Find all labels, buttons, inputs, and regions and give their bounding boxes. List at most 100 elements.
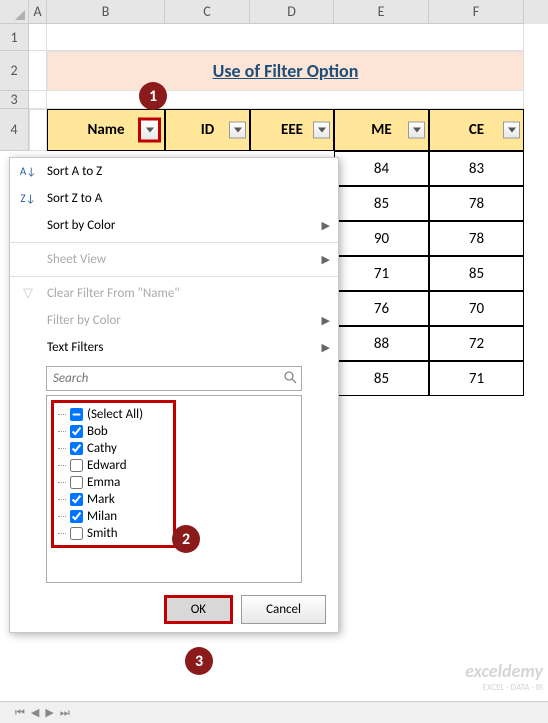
filter-dropdown: A↓ Sort A to Z Z↓ Sort Z to A Sort by Co…	[9, 157, 339, 633]
cell[interactable]	[29, 24, 47, 51]
col-header-e[interactable]: E	[334, 0, 429, 24]
menu-label: Sort A to Z	[47, 164, 102, 179]
filter-button-name[interactable]	[138, 118, 161, 143]
ok-button[interactable]: OK	[164, 595, 233, 624]
data-cell-ce[interactable]: 85	[429, 256, 524, 291]
filter-checklist: (Select All)BobCathy Edward EmmaMarkMilan S…	[51, 400, 176, 548]
check-item[interactable]: Cathy	[58, 440, 169, 457]
data-cell-ce[interactable]: 70	[429, 291, 524, 326]
sort-az[interactable]: A↓ Sort A to Z	[10, 158, 338, 185]
col-header-c[interactable]: C	[165, 0, 250, 24]
row-header-2[interactable]: 2	[0, 51, 29, 91]
filter-search	[46, 366, 302, 391]
clear-filter: ▽ Clear Filter From "Name"	[10, 280, 338, 307]
checkbox[interactable]	[70, 527, 83, 540]
watermark-brand: exceldemy	[465, 660, 543, 682]
data-cell-me[interactable]: 84	[334, 151, 429, 186]
menu-label: Sort Z to A	[47, 191, 102, 206]
check-label: Emma	[87, 475, 120, 490]
chevron-right-icon: ▶	[322, 314, 330, 327]
checkbox[interactable]	[70, 510, 83, 523]
tab-nav-first[interactable]: ⏮	[15, 706, 25, 720]
check-label: Smith	[87, 526, 118, 541]
header-label: CE	[469, 121, 484, 139]
search-input[interactable]	[46, 366, 302, 391]
header-id[interactable]: ID	[165, 109, 250, 151]
check-item[interactable]: Emma	[58, 474, 169, 491]
filter-by-color: Filter by Color ▶	[10, 307, 338, 334]
row-header-3[interactable]: 3	[0, 91, 29, 109]
data-cell-me[interactable]: 85	[334, 361, 429, 396]
sort-az-icon: A↓	[18, 165, 38, 178]
checkbox[interactable]	[70, 408, 83, 421]
checkbox[interactable]	[70, 442, 83, 455]
title-cell[interactable]: Use of Filter Option	[47, 51, 524, 91]
callout-2: 2	[172, 525, 200, 553]
sort-za[interactable]: Z↓ Sort Z to A	[10, 185, 338, 212]
header-ce[interactable]: CE	[429, 109, 524, 151]
data-cell-me[interactable]: 90	[334, 221, 429, 256]
chevron-right-icon: ▶	[322, 341, 330, 354]
check-item[interactable]: Smith	[58, 525, 169, 542]
data-cell-me[interactable]: 88	[334, 326, 429, 361]
button-row: OK Cancel	[10, 587, 338, 632]
header-me[interactable]: ME	[334, 109, 429, 151]
col-header-a[interactable]: A	[29, 0, 47, 24]
tab-nav-next[interactable]: ▶	[45, 706, 53, 719]
data-cell-ce[interactable]: 71	[429, 361, 524, 396]
check-label: Cathy	[87, 441, 117, 456]
col-header-f[interactable]: F	[429, 0, 524, 24]
select-all-corner[interactable]	[0, 0, 29, 24]
check-item[interactable]: Bob	[58, 423, 169, 440]
filter-button-id[interactable]	[229, 122, 246, 139]
check-item[interactable]: Milan	[58, 508, 169, 525]
col-header-d[interactable]: D	[250, 0, 334, 24]
check-label: Milan	[87, 509, 117, 524]
checkbox[interactable]	[70, 493, 83, 506]
cancel-button[interactable]: Cancel	[241, 595, 326, 624]
checkbox[interactable]	[70, 476, 83, 489]
data-cell-ce[interactable]: 72	[429, 326, 524, 361]
header-name[interactable]: Name	[47, 109, 165, 151]
cell[interactable]	[29, 109, 47, 151]
header-eee[interactable]: EEE	[250, 109, 334, 151]
sheet-view: Sheet View ▶	[10, 246, 338, 273]
separator	[10, 276, 338, 277]
check-item[interactable]: Edward	[58, 457, 169, 474]
data-cell-me[interactable]: 71	[334, 256, 429, 291]
cell[interactable]	[47, 24, 524, 51]
checkbox[interactable]	[70, 459, 83, 472]
data-cell-ce[interactable]: 83	[429, 151, 524, 186]
funnel-clear-icon: ▽	[18, 286, 38, 301]
check-label: Edward	[87, 458, 127, 473]
sheet-tab-bar: ⏮ ◀ ▶ ⏭	[0, 701, 548, 723]
checklist-container: (Select All)BobCathy Edward EmmaMarkMilan S…	[46, 395, 302, 583]
data-cell-me[interactable]: 85	[334, 186, 429, 221]
watermark-tag: EXCEL · DATA · BI	[465, 682, 543, 693]
menu-label: Clear Filter From "Name"	[47, 286, 180, 301]
col-header-b[interactable]: B	[47, 0, 165, 24]
sort-by-color[interactable]: Sort by Color ▶	[10, 212, 338, 239]
filter-button-eee[interactable]	[313, 122, 330, 139]
data-cell-me[interactable]: 76	[334, 291, 429, 326]
header-label: EEE	[281, 121, 303, 139]
checkbox[interactable]	[70, 425, 83, 438]
filter-button-ce[interactable]	[503, 122, 520, 139]
chevron-right-icon: ▶	[322, 219, 330, 232]
header-label: ID	[201, 121, 214, 139]
text-filters[interactable]: Text Filters ▶	[10, 334, 338, 361]
filter-button-me[interactable]	[408, 122, 425, 139]
data-cell-ce[interactable]: 78	[429, 221, 524, 256]
search-icon	[283, 370, 297, 388]
data-cell-ce[interactable]: 78	[429, 186, 524, 221]
row-header-1[interactable]: 1	[0, 24, 29, 51]
tab-nav-last[interactable]: ⏭	[60, 706, 70, 720]
cell[interactable]	[29, 91, 47, 109]
cell[interactable]	[47, 91, 524, 109]
tab-nav-prev[interactable]: ◀	[31, 706, 39, 719]
check-item[interactable]: Mark	[58, 491, 169, 508]
callout-3: 3	[185, 647, 213, 675]
check-item[interactable]: (Select All)	[58, 406, 169, 423]
cell[interactable]	[29, 51, 47, 91]
row-header-4[interactable]: 4	[0, 109, 29, 151]
